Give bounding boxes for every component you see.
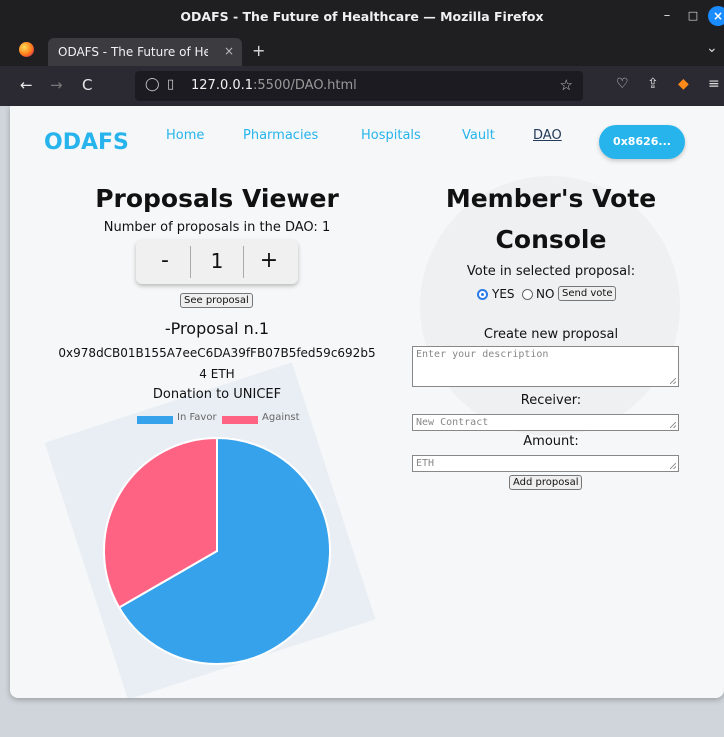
vote-yes-label: YES	[492, 287, 515, 301]
add-proposal-button[interactable]: Add proposal	[509, 475, 583, 490]
tab-bar: ODAFS - The Future of Healt × + ⌄	[0, 34, 724, 66]
proposal-amount: 4 ETH	[199, 367, 235, 381]
increment-button[interactable]: +	[244, 246, 294, 278]
amount-input[interactable]: ETH	[412, 455, 679, 472]
nav-hospitals[interactable]: Hospitals	[361, 128, 421, 143]
window-title: ODAFS - The Future of Healthcare — Mozil…	[180, 9, 544, 24]
forward-icon[interactable]: →	[50, 76, 63, 94]
url-path: :5500/DAO.html	[253, 78, 357, 93]
pocket-icon[interactable]: ♡	[616, 76, 629, 92]
legend-swatch-in-favor	[137, 416, 173, 424]
legend-label-against: Against	[262, 412, 300, 423]
legend-swatch-against	[222, 416, 258, 424]
vote-yes-radio[interactable]	[477, 289, 488, 300]
close-tab-icon[interactable]: ×	[224, 44, 234, 58]
receiver-label: Receiver:	[520, 393, 582, 408]
page-info-icon[interactable]: ▯	[167, 77, 174, 92]
description-textarea[interactable]: Enter your description	[412, 346, 679, 387]
maximize-icon[interactable]: □	[683, 6, 703, 26]
receiver-input[interactable]: New Contract	[412, 414, 679, 431]
votes-pie-chart	[103, 436, 331, 665]
proposal-address: 0x978dCB01B155A7eeC6DA39fFB07B5fed59c692…	[58, 346, 376, 360]
vote-no-label: NO	[536, 287, 555, 301]
send-vote-button[interactable]: Send vote	[558, 286, 617, 301]
vote-prompt: Vote in selected proposal:	[466, 264, 636, 279]
create-proposal-title: Create new proposal	[483, 327, 619, 342]
nav-home[interactable]: Home	[166, 128, 204, 143]
nav-pharmacies[interactable]: Pharmacies	[243, 128, 318, 143]
bookmark-star-icon[interactable]: ☆	[560, 76, 573, 94]
extensions-icon[interactable]: ⇪	[647, 76, 659, 92]
reload-icon[interactable]: C	[82, 76, 92, 94]
window-titlebar: ODAFS - The Future of Healthcare — Mozil…	[0, 0, 724, 34]
url-bar[interactable]: ◯ ▯ 127.0.0.1:5500/DAO.html ☆	[135, 71, 583, 101]
firefox-logo-icon	[19, 42, 34, 57]
proposals-viewer-title: Proposals Viewer	[95, 184, 339, 213]
list-tabs-icon[interactable]: ⌄	[706, 40, 718, 56]
metamask-fox-icon[interactable]: ◆	[678, 76, 689, 92]
minimize-icon[interactable]: –	[657, 6, 677, 26]
see-proposal-button[interactable]: See proposal	[180, 293, 253, 308]
decrement-button[interactable]: -	[140, 246, 190, 278]
vote-console-title-line1: Member's Vote	[445, 184, 657, 213]
proposal-stepper: - 1 +	[136, 240, 298, 284]
amount-label: Amount:	[523, 434, 579, 449]
back-icon[interactable]: ←	[20, 76, 33, 94]
url-text[interactable]: 127.0.0.1:5500/DAO.html	[191, 78, 357, 93]
tab-title: ODAFS - The Future of Healt	[58, 45, 208, 59]
page-card: ODAFS Home Pharmacies Hospitals Vault DA…	[10, 106, 724, 698]
vote-no-radio[interactable]	[522, 289, 533, 300]
proposal-description: Donation to UNICEF	[152, 387, 282, 402]
browser-tab[interactable]: ODAFS - The Future of Healt ×	[48, 38, 242, 66]
proposal-count-text: Number of proposals in the DAO: 1	[103, 220, 331, 235]
tracking-shield-icon[interactable]: ◯	[145, 77, 160, 92]
proposal-index-value: 1	[190, 246, 244, 278]
url-host: 127.0.0.1	[191, 78, 254, 93]
navigation-toolbar: ← → C ◯ ▯ 127.0.0.1:5500/DAO.html ☆ ♡ ⇪ …	[0, 66, 724, 106]
proposal-title: -Proposal n.1	[164, 319, 270, 338]
nav-dao[interactable]: DAO	[533, 128, 562, 143]
legend-label-in-favor: In Favor	[177, 412, 217, 423]
vote-console-title-line2: Console	[495, 225, 607, 254]
hamburger-menu-icon[interactable]: ≡	[708, 76, 720, 92]
new-tab-icon[interactable]: +	[252, 41, 265, 60]
close-window-icon[interactable]: ×	[708, 6, 724, 26]
nav-vault[interactable]: Vault	[462, 128, 495, 143]
wallet-address-button[interactable]: 0x8626...	[599, 125, 685, 159]
brand-logo[interactable]: ODAFS	[44, 130, 129, 155]
